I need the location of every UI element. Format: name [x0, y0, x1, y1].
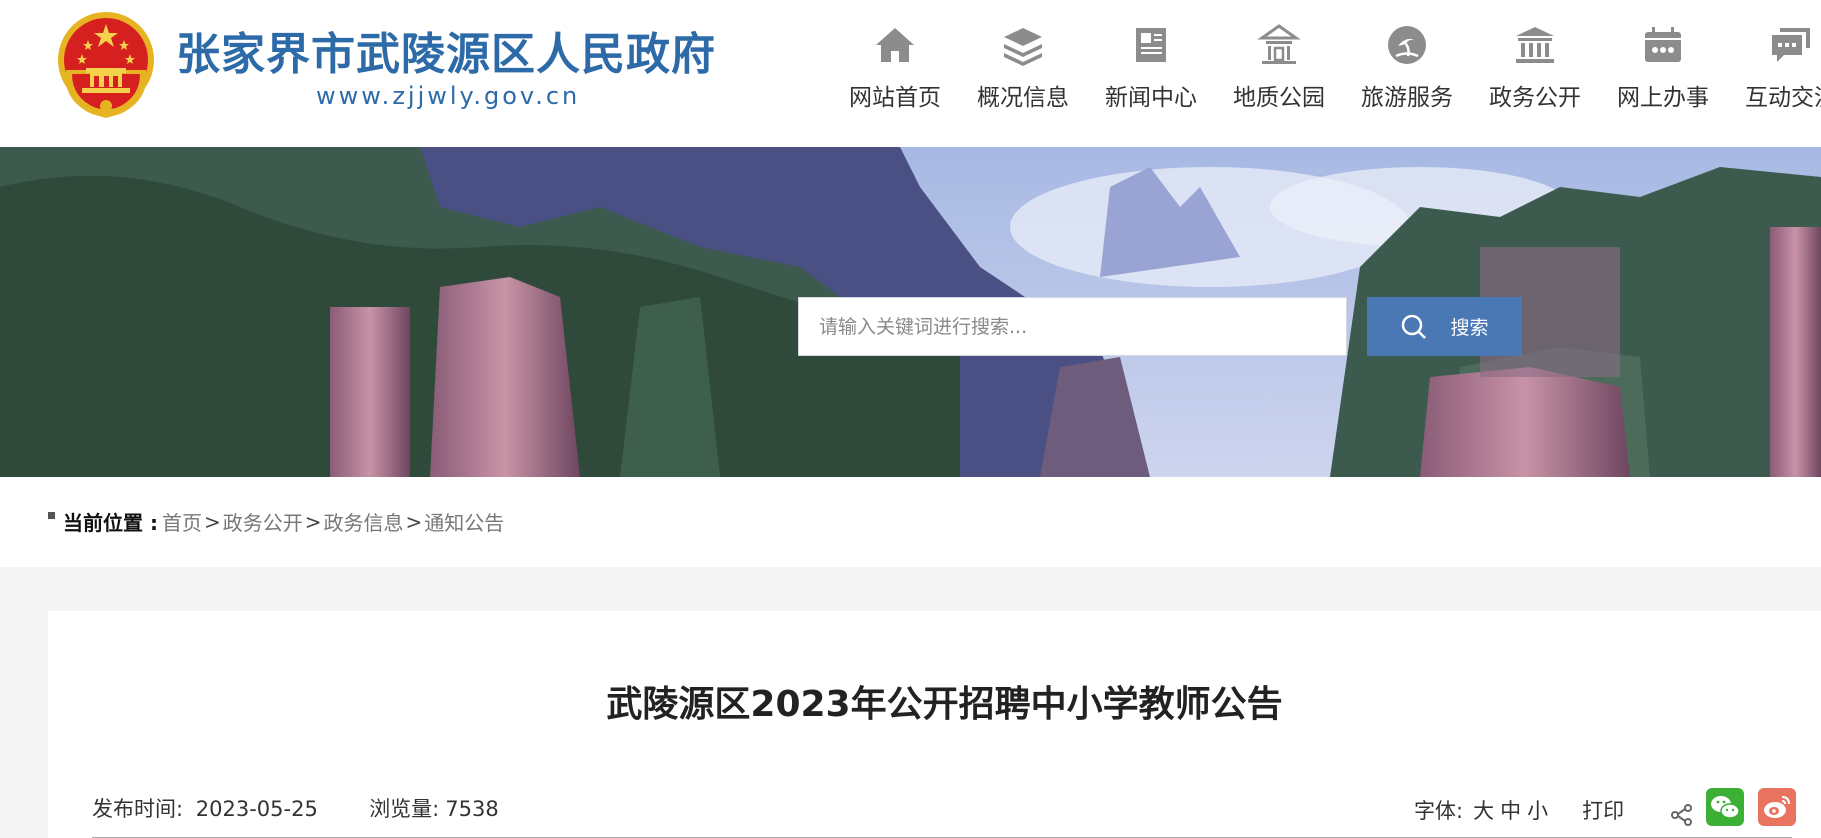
- hero-banner: 搜索: [0, 147, 1821, 477]
- breadcrumb-separator: >: [405, 509, 423, 534]
- article-meta-left: 发布时间: 2023-05-25 浏览量: 7538: [92, 793, 505, 823]
- views-label: 浏览量:: [369, 797, 440, 821]
- layers-icon: [1004, 28, 1042, 66]
- nav-label: 概况信息: [977, 85, 1069, 111]
- nav-item-gov-affairs[interactable]: 政务公开: [1475, 20, 1595, 120]
- site-url: www.zjjwly.gov.cn: [316, 82, 581, 110]
- font-size-label: 字体:: [1414, 799, 1464, 823]
- pavilion-icon: [1257, 24, 1301, 64]
- nav-item-online-services[interactable]: 网上办事: [1603, 20, 1723, 120]
- breadcrumb-link-gov-info[interactable]: 政务信息: [324, 507, 404, 536]
- search-button[interactable]: 搜索: [1367, 297, 1522, 356]
- wechat-icon[interactable]: [1706, 788, 1745, 826]
- publish-date: 2023-05-25: [195, 797, 318, 821]
- search-input[interactable]: [798, 297, 1347, 356]
- font-size-large-button[interactable]: 大: [1473, 795, 1494, 825]
- newspaper-icon: [1136, 28, 1166, 62]
- site-title: 张家界市武陵源区人民政府: [176, 29, 716, 80]
- nav-label: 旅游服务: [1361, 85, 1453, 111]
- article-tools: 字体: 大 中 小 打印: [1414, 788, 1797, 827]
- breadcrumb-label: 当前位置 :: [63, 511, 158, 535]
- nav-item-interaction[interactable]: 互动交流: [1731, 20, 1821, 120]
- calendar-icon: [1645, 27, 1681, 62]
- nav-label: 新闻中心: [1105, 85, 1197, 111]
- national-emblem-logo[interactable]: [52, 10, 160, 122]
- government-building-icon: [1516, 27, 1554, 63]
- nav-label: 网上办事: [1617, 85, 1709, 111]
- article-container: 武陵源区2023年公开招聘中小学教师公告 发布时间: 2023-05-25 浏览…: [48, 611, 1821, 838]
- breadcrumb-bar: 当前位置 : 首页 > 政务公开 > 政务信息 > 通知公告: [0, 477, 1821, 567]
- nav-label: 政务公开: [1489, 85, 1581, 111]
- font-size-medium-button[interactable]: 中: [1500, 795, 1521, 825]
- site-header: 张家界市武陵源区人民政府 www.zjjwly.gov.cn 网站首页 概况信息: [0, 0, 1821, 147]
- nav-item-home[interactable]: 网站首页: [835, 20, 955, 120]
- breadcrumb: 当前位置 : 首页 > 政务公开 > 政务信息 > 通知公告: [48, 507, 504, 536]
- breadcrumb-link-home[interactable]: 首页: [162, 507, 202, 536]
- nav-item-tourism[interactable]: 旅游服务: [1347, 20, 1467, 120]
- print-button[interactable]: 打印: [1582, 795, 1624, 825]
- nav-item-news[interactable]: 新闻中心: [1091, 20, 1211, 120]
- search-button-label: 搜索: [1450, 317, 1489, 339]
- weibo-icon[interactable]: [1758, 788, 1797, 826]
- breadcrumb-separator: >: [203, 509, 221, 534]
- views-count: 7538: [445, 797, 499, 821]
- island-icon: [1388, 26, 1426, 64]
- main-nav: 网站首页 概况信息 新闻中心 地质公园 旅游服务 政务公开 网上办事 互动交: [835, 20, 1821, 120]
- nav-item-overview[interactable]: 概况信息: [963, 20, 1083, 120]
- nav-label: 网站首页: [849, 85, 941, 111]
- home-icon: [876, 28, 914, 62]
- publish-label: 发布时间:: [92, 797, 184, 821]
- breadcrumb-bullet-icon: [48, 512, 55, 519]
- chat-icon: [1772, 28, 1810, 62]
- nav-item-geopark[interactable]: 地质公园: [1219, 20, 1339, 120]
- breadcrumb-link-gov-affairs[interactable]: 政务公开: [223, 507, 303, 536]
- share-icon[interactable]: [1670, 803, 1694, 827]
- article-title: 武陵源区2023年公开招聘中小学教师公告: [606, 684, 1283, 725]
- breadcrumb-link-notices[interactable]: 通知公告: [424, 507, 504, 536]
- search-icon: [1402, 314, 1427, 339]
- nav-label: 地质公园: [1233, 85, 1325, 111]
- breadcrumb-separator: >: [304, 509, 322, 534]
- font-size-small-button[interactable]: 小: [1527, 795, 1548, 825]
- nav-label: 互动交流: [1745, 85, 1821, 111]
